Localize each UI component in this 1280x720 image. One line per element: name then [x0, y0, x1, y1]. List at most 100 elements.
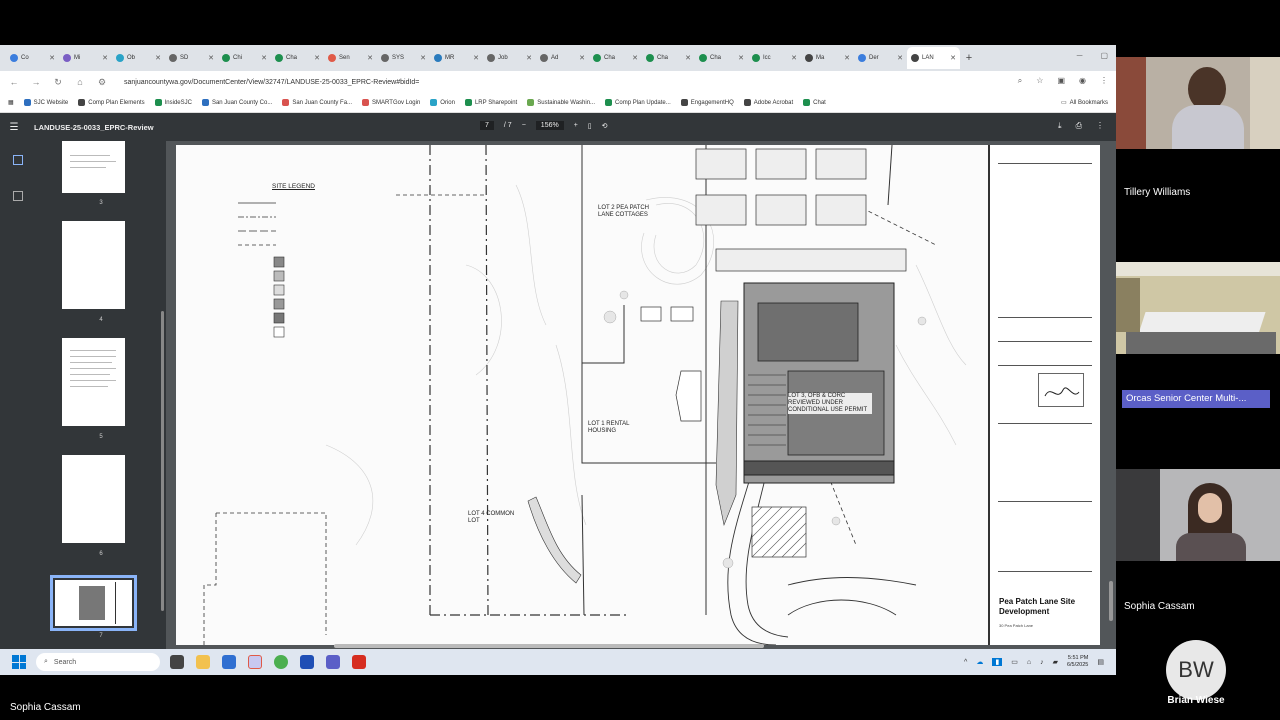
bookmark-item[interactable]: Orion	[430, 99, 455, 106]
tab-close-icon[interactable]: ✕	[579, 54, 585, 62]
browser-tab[interactable]: SYS ✕	[377, 47, 430, 69]
taskbar-clock[interactable]: 5:51 PM 6/5/2025	[1067, 655, 1088, 669]
snipping-tool-icon[interactable]	[248, 655, 262, 669]
taskbar-search-box[interactable]: ⌕ Search	[36, 653, 160, 671]
tab-close-icon[interactable]: ✕	[314, 54, 320, 62]
tab-close-icon[interactable]: ✕	[367, 54, 373, 62]
all-bookmarks-button[interactable]: ▭ All Bookmarks	[1061, 99, 1108, 107]
print-icon[interactable]: ⎙	[1076, 121, 1082, 131]
page-vertical-scrollbar[interactable]	[1109, 581, 1113, 621]
notifications-icon[interactable]: ▤	[1097, 658, 1104, 666]
browser-tab[interactable]: Ob ✕	[112, 47, 165, 69]
download-icon[interactable]: ⤓	[1058, 121, 1062, 131]
browser-tab[interactable]: Ma ✕	[801, 47, 854, 69]
browser-tab[interactable]: Chi ✕	[218, 47, 271, 69]
browser-tab[interactable]: Cha ✕	[695, 47, 748, 69]
display-icon[interactable]: ▭	[1011, 658, 1018, 666]
bookmark-item[interactable]: Comp Plan Update...	[605, 99, 671, 106]
thumbnail-scrollbar[interactable]	[161, 311, 164, 611]
tab-close-icon[interactable]: ✕	[950, 54, 956, 62]
browser-tab[interactable]: Mi ✕	[59, 47, 112, 69]
apps-grid-icon[interactable]: ▦	[8, 99, 14, 106]
tab-close-icon[interactable]: ✕	[632, 54, 638, 62]
tab-close-icon[interactable]: ✕	[844, 54, 850, 62]
bookmark-item[interactable]: Sustainable Washin...	[527, 99, 595, 106]
rotate-icon[interactable]: ⟲	[602, 122, 608, 130]
bookmark-item[interactable]: SMARTGov Login	[362, 99, 420, 106]
page-thumbnail[interactable]	[62, 221, 125, 309]
sidebar-menu-icon[interactable]: ☰	[0, 122, 28, 133]
url-field[interactable]: sanjuancountywa.gov/DocumentCenter/View/…	[124, 79, 419, 86]
bookmark-star-icon[interactable]: ☆	[1036, 76, 1043, 86]
thumbnails-icon[interactable]	[13, 155, 23, 165]
menu-kebab-icon[interactable]: ⋮	[1100, 76, 1108, 86]
browser-tab[interactable]: Sen ✕	[324, 47, 377, 69]
browser-tab[interactable]: Cha ✕	[271, 47, 324, 69]
minimize-icon[interactable]: ─	[1077, 51, 1083, 60]
tab-close-icon[interactable]: ✕	[155, 54, 161, 62]
extensions-icon[interactable]: ▣	[1057, 76, 1065, 86]
bookmark-item[interactable]: LRP Sharepoint	[464, 99, 517, 106]
browser-tab[interactable]: Cha ✕	[589, 47, 642, 69]
reload-icon[interactable]: ↻	[52, 77, 64, 88]
home-icon[interactable]: ⌂	[74, 77, 86, 87]
browser-tab[interactable]: MR ✕	[430, 47, 483, 69]
tab-close-icon[interactable]: ✕	[685, 54, 691, 62]
more-options-icon[interactable]: ⋮	[1096, 121, 1104, 131]
zoom-level-input[interactable]: 156%	[535, 121, 564, 130]
chrome-icon[interactable]	[274, 655, 288, 669]
outline-icon[interactable]	[13, 191, 23, 201]
site-info-icon[interactable]: ⚙	[96, 77, 108, 88]
profile-icon[interactable]: ◉	[1079, 76, 1086, 86]
back-icon[interactable]: ←	[8, 77, 20, 87]
word-icon[interactable]	[300, 655, 314, 669]
browser-tab[interactable]: SD ✕	[165, 47, 218, 69]
onedrive-icon[interactable]: ☁	[976, 658, 983, 666]
new-tab-button[interactable]: +	[960, 52, 978, 64]
bookmark-item[interactable]: Adobe Acrobat	[743, 99, 793, 106]
volume-icon[interactable]: ♪	[1040, 659, 1044, 666]
page-thumbnail[interactable]	[62, 455, 125, 543]
bookmark-item[interactable]: SJC Website	[23, 99, 68, 106]
browser-tab[interactable]: Der ✕	[854, 47, 907, 69]
tab-close-icon[interactable]: ✕	[897, 54, 903, 62]
bookmark-item[interactable]: Chat	[803, 99, 826, 106]
tab-close-icon[interactable]: ✕	[208, 54, 214, 62]
tab-close-icon[interactable]: ✕	[420, 54, 426, 62]
battery-icon[interactable]: ▰	[1053, 658, 1058, 666]
windows-start-icon[interactable]	[12, 655, 26, 669]
meeting-tray-icon[interactable]: ▮	[992, 658, 1003, 666]
tab-close-icon[interactable]: ✕	[526, 54, 532, 62]
outlook-icon[interactable]	[222, 655, 236, 669]
browser-tab[interactable]: Ad ✕	[536, 47, 589, 69]
tab-close-icon[interactable]: ✕	[49, 54, 55, 62]
maximize-icon[interactable]: ▢	[1100, 51, 1108, 60]
teams-icon[interactable]	[326, 655, 340, 669]
bookmark-item[interactable]: San Juan County Co...	[201, 99, 272, 106]
page-horizontal-scrollbar[interactable]	[334, 644, 764, 648]
acrobat-icon[interactable]	[352, 655, 366, 669]
tab-close-icon[interactable]: ✕	[738, 54, 744, 62]
page-thumbnail[interactable]	[62, 338, 125, 426]
page-thumbnail[interactable]	[62, 141, 125, 193]
tab-close-icon[interactable]: ✕	[473, 54, 479, 62]
bookmark-item[interactable]: Comp Plan Elements	[78, 99, 145, 106]
page-number-input[interactable]: 7	[480, 121, 494, 130]
fit-page-icon[interactable]: ▯	[588, 122, 592, 130]
zoom-in-icon[interactable]: +	[574, 122, 578, 129]
browser-tab[interactable]: Job ✕	[483, 47, 536, 69]
tray-overflow-icon[interactable]: ^	[964, 659, 967, 666]
browser-tab[interactable]: Icc ✕	[748, 47, 801, 69]
task-view-icon[interactable]	[170, 655, 184, 669]
browser-tab[interactable]: Cha ✕	[642, 47, 695, 69]
browser-tab-active[interactable]: LAN ✕	[907, 47, 960, 69]
tab-close-icon[interactable]: ✕	[791, 54, 797, 62]
tab-close-icon[interactable]: ✕	[261, 54, 267, 62]
bookmark-item[interactable]: InsideSJC	[154, 99, 192, 106]
tab-close-icon[interactable]: ✕	[102, 54, 108, 62]
forward-icon[interactable]: →	[30, 77, 42, 87]
selected-thumbnail-frame[interactable]	[50, 575, 137, 631]
bookmark-item[interactable]: EngagementHQ	[680, 99, 734, 106]
bookmark-item[interactable]: San Juan County Fa...	[282, 99, 352, 106]
zoom-out-icon[interactable]: −	[522, 122, 526, 129]
